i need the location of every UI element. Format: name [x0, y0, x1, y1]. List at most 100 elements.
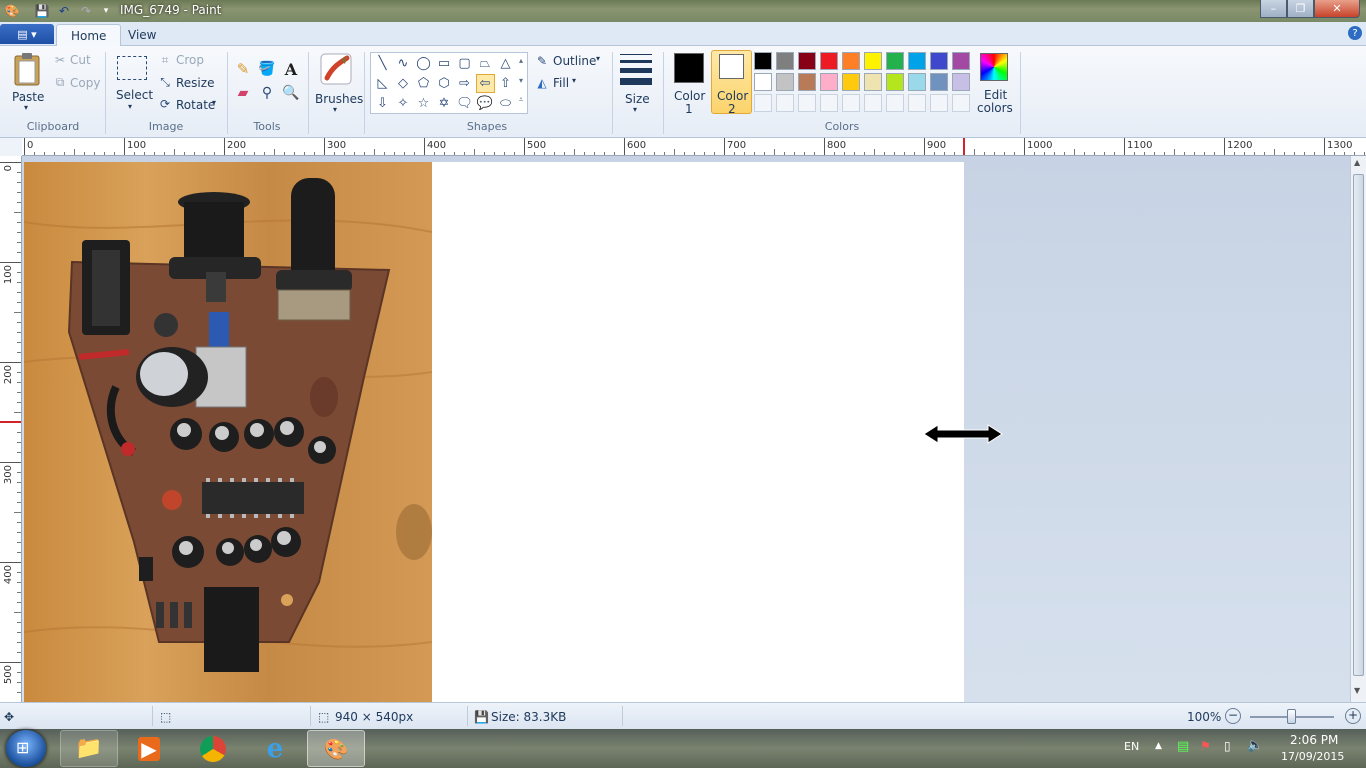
shape-18-icon[interactable]: 🗨	[455, 94, 474, 113]
scroll-up-icon[interactable]: ▲	[1354, 158, 1360, 167]
palette-swatch-r2-c3[interactable]	[820, 94, 838, 112]
palette-swatch-r0-c1[interactable]	[776, 52, 794, 70]
palette-swatch-r0-c7[interactable]	[908, 52, 926, 70]
shapes-more-icon[interactable]: ⩡	[516, 94, 526, 106]
palette-swatch-r1-c5[interactable]	[864, 73, 882, 91]
palette-swatch-r2-c8[interactable]	[930, 94, 948, 112]
shape-14-icon[interactable]: ⇩	[373, 94, 392, 113]
palette-swatch-r1-c6[interactable]	[886, 73, 904, 91]
select-button[interactable]: Select ▾	[113, 52, 153, 112]
palette-swatch-r1-c1[interactable]	[776, 73, 794, 91]
shape-9-icon[interactable]: ⬠	[414, 74, 433, 93]
shape-12-icon[interactable]: ⇦	[475, 74, 495, 93]
action-center-icon[interactable]: ⚑	[1200, 739, 1211, 753]
shape-5-icon[interactable]: ⏢	[476, 54, 495, 73]
taskbar-chrome[interactable]	[184, 730, 242, 767]
redo-icon[interactable]: ↷	[78, 3, 94, 19]
palette-swatch-r2-c9[interactable]	[952, 94, 970, 112]
undo-icon[interactable]: ↶	[56, 3, 72, 19]
shape-7-icon[interactable]: ◺	[373, 74, 392, 93]
palette-swatch-r1-c7[interactable]	[908, 73, 926, 91]
palette-swatch-r2-c5[interactable]	[864, 94, 882, 112]
shape-8-icon[interactable]: ◇	[394, 74, 413, 93]
palette-swatch-r1-c3[interactable]	[820, 73, 838, 91]
scrollbar-thumb[interactable]	[1353, 174, 1364, 676]
show-hidden-icons-icon[interactable]: ▲	[1155, 741, 1162, 751]
palette-swatch-r0-c3[interactable]	[820, 52, 838, 70]
crop-button[interactable]: Crop	[176, 53, 204, 67]
shapes-scroll-up-icon[interactable]: ▴	[516, 54, 526, 66]
language-indicator[interactable]: EN	[1124, 740, 1139, 753]
palette-swatch-r0-c8[interactable]	[930, 52, 948, 70]
file-menu-button[interactable]: ▤ ▾	[0, 24, 54, 44]
tab-view[interactable]: View	[114, 24, 170, 46]
copy-button[interactable]: Copy	[70, 76, 100, 90]
palette-swatch-r0-c6[interactable]	[886, 52, 904, 70]
palette-swatch-r0-c9[interactable]	[952, 52, 970, 70]
volume-icon[interactable]: 🔈	[1247, 738, 1263, 753]
rotate-button[interactable]: Rotate	[176, 98, 215, 112]
palette-swatch-r2-c2[interactable]	[798, 94, 816, 112]
shape-17-icon[interactable]: ✡	[435, 94, 454, 113]
shape-6-icon[interactable]: △	[496, 54, 515, 73]
palette-swatch-r2-c6[interactable]	[886, 94, 904, 112]
palette-swatch-r0-c4[interactable]	[842, 52, 860, 70]
zoom-out-button[interactable]: −	[1225, 708, 1241, 724]
taskbar-media-player[interactable]: ▶	[120, 730, 178, 767]
network-status-icon[interactable]: ▤	[1177, 739, 1189, 754]
paste-button[interactable]: Paste ▾	[6, 50, 48, 112]
brushes-button[interactable]: Brushes ▾	[313, 50, 363, 114]
shapes-scroll-down-icon[interactable]: ▾	[516, 74, 526, 86]
shape-19-icon[interactable]: 💬	[476, 94, 495, 113]
fill-bucket-icon[interactable]: 🪣	[257, 59, 277, 79]
shape-4-icon[interactable]: ▢	[455, 54, 474, 73]
customize-quick-access-icon[interactable]: ▾	[98, 3, 114, 19]
resize-button[interactable]: Resize	[176, 76, 214, 90]
palette-swatch-r1-c8[interactable]	[930, 73, 948, 91]
palette-swatch-r0-c2[interactable]	[798, 52, 816, 70]
shape-13-icon[interactable]: ⇧	[496, 74, 515, 93]
shape-11-icon[interactable]: ⇨	[455, 74, 474, 93]
palette-swatch-r2-c1[interactable]	[776, 94, 794, 112]
minimize-button[interactable]: –	[1260, 0, 1287, 18]
tab-home[interactable]: Home	[56, 24, 122, 46]
fill-button[interactable]: Fill	[553, 76, 569, 90]
color-picker-icon[interactable]: ⚲	[257, 83, 277, 103]
palette-swatch-r2-c4[interactable]	[842, 94, 860, 112]
palette-swatch-r1-c0[interactable]	[754, 73, 772, 91]
edit-colors-button[interactable]: Edit colors	[974, 50, 1014, 115]
maximize-button[interactable]: ❐	[1287, 0, 1314, 18]
palette-swatch-r1-c2[interactable]	[798, 73, 816, 91]
clock-time[interactable]: 2:06 PM	[1290, 733, 1338, 747]
taskbar-paint[interactable]: 🎨	[307, 730, 365, 767]
shape-3-icon[interactable]: ▭	[435, 54, 454, 73]
size-button[interactable]: Size ▾	[617, 50, 655, 114]
fill-dropdown-icon[interactable]: ▾	[572, 76, 576, 85]
taskbar-explorer[interactable]: 📁	[60, 730, 118, 767]
cut-button[interactable]: Cut	[70, 53, 91, 67]
outline-button[interactable]: Outline	[553, 54, 596, 68]
shape-10-icon[interactable]: ⬡	[435, 74, 454, 93]
save-icon[interactable]: 💾	[34, 3, 50, 19]
close-button[interactable]: ✕	[1314, 0, 1360, 18]
device-icon[interactable]: ▯	[1224, 739, 1231, 753]
pencil-icon[interactable]: ✎	[233, 59, 253, 79]
shape-16-icon[interactable]: ☆	[414, 94, 433, 113]
magnifier-icon[interactable]: 🔍	[281, 83, 301, 103]
start-button[interactable]: ⊞	[6, 730, 46, 767]
eraser-icon[interactable]: ▰	[233, 83, 253, 103]
taskbar-internet-explorer[interactable]: e	[246, 730, 304, 767]
help-icon[interactable]: ?	[1348, 26, 1362, 40]
palette-swatch-r1-c9[interactable]	[952, 73, 970, 91]
color1-button[interactable]: Color 1	[670, 50, 708, 116]
palette-swatch-r2-c0[interactable]	[754, 94, 772, 112]
paint-app-icon[interactable]: 🎨	[4, 3, 20, 19]
zoom-in-button[interactable]: +	[1345, 708, 1361, 724]
drawing-canvas[interactable]	[24, 162, 964, 702]
text-tool-icon[interactable]: A	[281, 59, 301, 79]
outline-dropdown-icon[interactable]: ▾	[596, 54, 600, 63]
shape-15-icon[interactable]: ✧	[394, 94, 413, 113]
rotate-dropdown-icon[interactable]: ▾	[212, 98, 216, 107]
color2-button[interactable]: Color 2	[711, 50, 752, 116]
vertical-scrollbar[interactable]: ▲ ▼	[1350, 156, 1366, 702]
